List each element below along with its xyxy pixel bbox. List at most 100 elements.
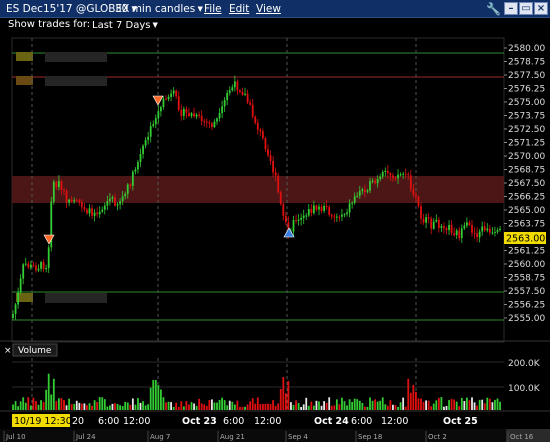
volume-close-icon[interactable]: × xyxy=(4,346,12,356)
volume-bar xyxy=(437,397,440,410)
volume-bar xyxy=(144,405,147,410)
price-tick-label: 2556.25 xyxy=(508,301,545,311)
menu-edit[interactable]: Edit xyxy=(229,2,249,16)
volume-title: Volume xyxy=(18,346,52,356)
time-axis-label: 6:00 xyxy=(98,416,119,427)
candle-body xyxy=(147,136,150,140)
volume-bar xyxy=(277,403,280,410)
volume-bar xyxy=(188,404,190,410)
candle-body xyxy=(412,189,415,195)
volume-bar xyxy=(460,397,463,410)
price-tick-label: 2571.25 xyxy=(508,139,545,149)
candle-body xyxy=(96,212,99,215)
close-icon[interactable]: × xyxy=(534,2,548,15)
candle-body xyxy=(52,181,55,202)
volume-bar xyxy=(305,397,308,410)
overview-date-label: Sep 18 xyxy=(358,433,382,441)
volume-bar xyxy=(45,389,48,410)
chart-area[interactable]: 2580.00 2578.75 2577.50 2576.25 2575.00 2573.… xyxy=(0,33,550,442)
volume-bar xyxy=(450,398,453,410)
candle-body xyxy=(203,120,206,122)
restore-icon[interactable]: ▭ xyxy=(519,2,533,15)
volume-bar xyxy=(109,405,111,410)
candle-body xyxy=(142,145,144,155)
candle-body xyxy=(241,92,244,95)
volume-bar xyxy=(313,405,315,410)
volume-bar xyxy=(195,405,198,410)
volume-bar xyxy=(315,400,318,410)
candle-body xyxy=(24,263,27,265)
time-axis-label: Oct 24 xyxy=(314,416,349,427)
menu-file[interactable]: File xyxy=(204,2,222,16)
line-tag-blur xyxy=(45,76,107,86)
candle-body xyxy=(119,201,121,205)
candle-body xyxy=(409,175,412,190)
candle-body xyxy=(333,216,336,218)
candle-body xyxy=(466,222,468,226)
volume-bar xyxy=(37,404,40,410)
candle-body xyxy=(131,171,134,186)
last-price-label: 2563.00 xyxy=(506,234,545,245)
time-axis-label: Oct 23 xyxy=(182,416,217,427)
show-trades-label: Show trades for: xyxy=(8,19,91,30)
line-tag[interactable] xyxy=(16,76,33,85)
candle-body xyxy=(231,87,234,91)
volume-bar xyxy=(341,397,343,410)
candle-body xyxy=(496,230,499,232)
candle-body xyxy=(460,228,463,239)
candle-body xyxy=(313,205,315,214)
candle-body xyxy=(343,214,346,216)
candle-body xyxy=(415,194,417,197)
volume-bar xyxy=(262,403,264,410)
volume-bar xyxy=(320,405,323,410)
menu-view[interactable]: View xyxy=(256,2,281,16)
volume-bar xyxy=(422,401,425,410)
candle-body xyxy=(75,200,78,202)
volume-bar xyxy=(494,399,496,410)
volume-bar xyxy=(284,393,287,410)
volume-bar xyxy=(124,401,127,410)
volume-bar xyxy=(432,403,435,410)
volume-bar xyxy=(154,380,157,410)
volume-bar xyxy=(458,406,461,410)
volume-bar xyxy=(269,404,272,410)
line-tag[interactable] xyxy=(16,52,33,61)
candle-body xyxy=(448,224,450,231)
candle-body xyxy=(32,264,35,266)
volume-bar xyxy=(86,405,88,410)
volume-bar xyxy=(29,405,32,410)
trades-range-dropdown[interactable]: Last 7 Days ▼ xyxy=(92,18,158,33)
candle-body xyxy=(364,189,366,192)
minimize-icon[interactable]: – xyxy=(504,2,518,15)
candle-body xyxy=(37,268,40,271)
volume-bar xyxy=(200,403,203,410)
volume-bar xyxy=(463,401,466,410)
line-tag-blur xyxy=(45,293,107,303)
volume-bar xyxy=(114,403,116,410)
candle-body xyxy=(386,170,389,174)
volume-bar xyxy=(425,400,427,410)
candle-body xyxy=(353,196,356,203)
volume-bar xyxy=(177,406,180,410)
volume-bar xyxy=(389,400,392,410)
volume-bar xyxy=(228,400,231,410)
price-axis[interactable]: 2580.00 2578.75 2577.50 2576.25 2575.00 2573.… xyxy=(504,44,545,324)
volume-bar xyxy=(80,403,83,410)
candle-body xyxy=(134,169,137,172)
candle-body xyxy=(499,228,501,231)
wrench-icon[interactable]: 🔧 xyxy=(486,2,501,16)
volume-bar xyxy=(239,406,241,410)
candle-body xyxy=(427,217,430,219)
candle-body xyxy=(198,114,201,116)
candle-body xyxy=(42,262,45,270)
volume-bar xyxy=(440,397,443,410)
overview-strip[interactable]: Jul 10 Jul 24 Aug 7 Aug 21 Sep 4 Sep 18 Oct 2 O… xyxy=(0,429,550,442)
volume-bar xyxy=(203,404,206,410)
timeframe-selector[interactable]: 30 min candles ▼ xyxy=(115,2,203,16)
volume-bar xyxy=(310,401,313,410)
volume-bar xyxy=(287,381,290,410)
candle-body xyxy=(223,100,226,107)
volume-bar xyxy=(399,402,402,410)
volume-bar xyxy=(415,391,417,410)
time-axis-label: 12:00 xyxy=(254,416,281,427)
